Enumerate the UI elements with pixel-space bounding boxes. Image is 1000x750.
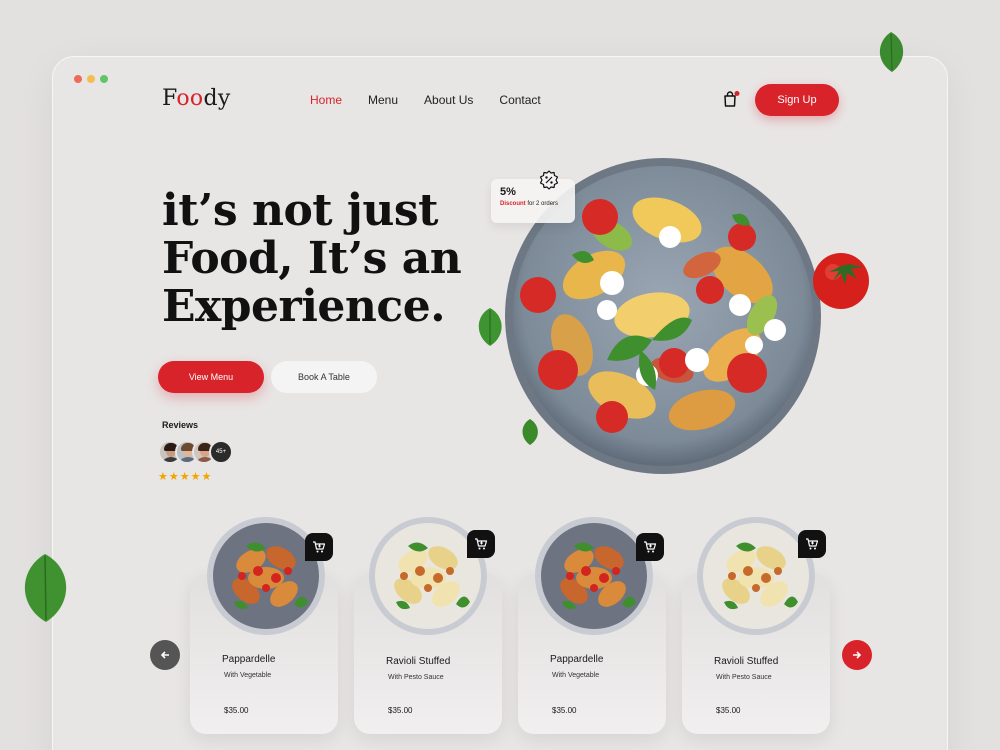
tomato-decoration [813, 253, 869, 309]
basil-leaf-decoration [24, 554, 67, 622]
discount-card: 5% Discount for 2 orders [491, 179, 575, 223]
dish-price: $35.00 [388, 706, 413, 715]
add-to-cart-button[interactable] [467, 530, 495, 558]
nav-about-us[interactable]: About Us [424, 93, 473, 107]
basil-leaf-decoration [522, 419, 538, 445]
dish-name: Ravioli Stuffed [714, 656, 779, 667]
dish-price: $35.00 [552, 706, 577, 715]
arrow-right-icon [853, 651, 862, 659]
sign-up-button[interactable]: Sign Up [755, 84, 839, 116]
add-to-cart-button[interactable] [305, 533, 333, 561]
hero-title-line: Experience. [162, 281, 446, 332]
star-icon: ★ [201, 471, 212, 483]
dish-price: $35.00 [224, 706, 249, 715]
logo[interactable]: Foody [162, 86, 231, 111]
star-icon: ★ [168, 471, 179, 483]
cart-icon [313, 541, 326, 553]
rating-stars: ★ ★ ★ ★ ★ [158, 470, 211, 483]
star-icon: ★ [190, 471, 201, 483]
shopping-bag-icon[interactable] [722, 90, 740, 108]
basil-leaf-decoration [879, 32, 904, 72]
add-to-cart-button[interactable] [798, 530, 826, 558]
view-menu-button[interactable]: View Menu [158, 361, 264, 393]
close-dot[interactable] [74, 75, 82, 83]
dish-description: With Vegetable [552, 672, 600, 679]
discount-description: Discount for 2 orders [500, 201, 566, 207]
dish-name: Ravioli Stuffed [386, 656, 451, 667]
hero-title-line: Food, It’s an [162, 233, 462, 284]
cart-icon [806, 538, 819, 550]
dish-price: $35.00 [716, 706, 741, 715]
nav-home[interactable]: Home [310, 93, 342, 107]
dish-name: Pappardelle [550, 654, 604, 665]
logo-letters: dy [203, 86, 231, 111]
logo-accent: oo [176, 86, 204, 111]
carousel-prev-button[interactable] [150, 640, 180, 670]
maximize-dot[interactable] [100, 75, 108, 83]
discount-highlight: Discount [500, 201, 526, 207]
basil-leaf-decoration [478, 308, 502, 346]
reviewer-avatars[interactable]: 45+ [158, 440, 233, 464]
book-table-button[interactable]: Book A Table [271, 361, 377, 393]
discount-text: for 2 orders [527, 201, 559, 207]
carousel-next-button[interactable] [842, 640, 872, 670]
cart-icon [644, 541, 657, 553]
logo-letter: F [162, 86, 177, 111]
nav-menu[interactable]: Menu [368, 93, 398, 107]
dish-name: Pappardelle [222, 654, 276, 665]
hero-title-line: it’s not just [162, 185, 438, 236]
arrow-left-icon [160, 651, 169, 659]
window-controls [74, 75, 108, 83]
percent-badge-icon [539, 170, 559, 190]
star-icon: ★ [179, 471, 190, 483]
dish-image [535, 517, 653, 635]
dish-description: With Pesto Sauce [716, 674, 772, 681]
dish-description: With Vegetable [224, 672, 272, 679]
star-icon: ★ [158, 471, 168, 483]
reviews-label: Reviews [162, 420, 199, 430]
hero-title: it’s not just Food, It’s an Experience. [162, 187, 492, 331]
cart-icon [475, 538, 488, 550]
nav-contact[interactable]: Contact [499, 93, 540, 107]
minimize-dot[interactable] [87, 75, 95, 83]
main-nav: Home Menu About Us Contact [310, 93, 541, 107]
dish-description: With Pesto Sauce [388, 674, 444, 681]
reviewer-count-badge: 45+ [209, 440, 233, 464]
add-to-cart-button[interactable] [636, 533, 664, 561]
